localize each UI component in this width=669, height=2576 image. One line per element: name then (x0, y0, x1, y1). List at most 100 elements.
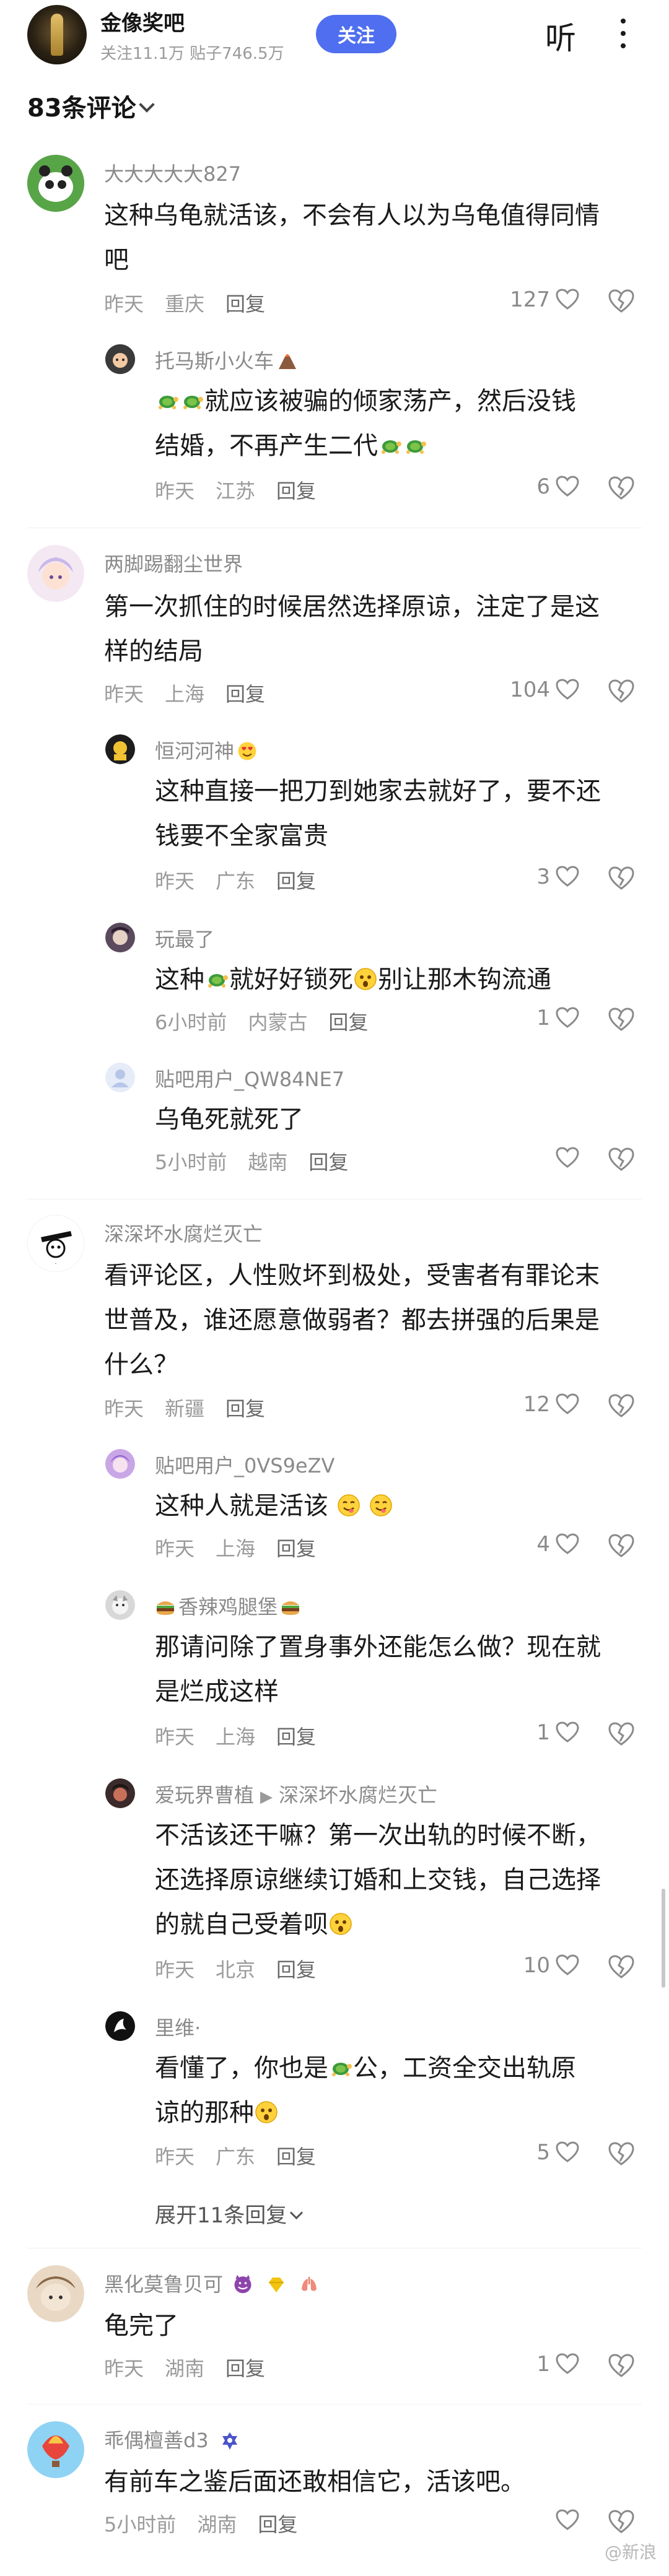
comment-username[interactable]: 深深坏水腐烂灭亡 (104, 1219, 263, 1247)
dislike-icon[interactable] (607, 2352, 636, 2380)
forum-avatar[interactable] (27, 5, 87, 64)
reply-time: 昨天 (155, 1537, 195, 1560)
forum-name[interactable]: 金像奖吧 (100, 6, 185, 37)
reply-meta: 昨天 上海 回复 (155, 1533, 337, 1562)
like-button[interactable]: 6 (536, 474, 580, 499)
comment-username[interactable]: 乖偶檀善d3 (104, 2425, 240, 2453)
like-button[interactable]: 1 (536, 1006, 580, 1030)
follow-button[interactable]: 关注 (316, 15, 396, 53)
like-button[interactable]: 1 (536, 2352, 580, 2377)
dislike-icon[interactable] (607, 1006, 636, 1034)
gem-emoji-icon (266, 2275, 286, 2295)
like-button[interactable]: 127 (510, 287, 580, 312)
reply-line: 结婚，不再产生二代 (155, 432, 378, 460)
like-button[interactable]: 10 (523, 1953, 580, 1978)
comment-line: 看评论区，人性败坏到极处，受害者有罪论末 (104, 1261, 600, 1290)
comment-location: 新疆 (165, 1397, 205, 1421)
like-button[interactable] (550, 2508, 580, 2533)
avatar[interactable] (105, 1590, 135, 1620)
like-button[interactable]: 104 (510, 677, 580, 702)
like-count: 12 (523, 1392, 550, 1417)
reply-button[interactable]: 回复 (276, 869, 316, 893)
reply-username[interactable]: 贴吧用户_QW84NE7 (155, 1064, 344, 1092)
comment-username[interactable]: 两脚踢翻尘世界 (104, 549, 243, 577)
avatar[interactable] (105, 1063, 135, 1092)
listen-button[interactable]: 听 (545, 14, 576, 58)
comment-username[interactable]: 大大大大大827 (104, 159, 241, 187)
reply-button[interactable]: 回复 (258, 2513, 297, 2536)
dislike-icon[interactable] (607, 474, 636, 503)
reply-username[interactable]: 玩最了 (155, 924, 214, 952)
scrollbar[interactable] (662, 1889, 665, 1988)
reply-button[interactable]: 回复 (225, 292, 265, 316)
forum-header: 金像奖吧 关注11.1万 贴子746.5万 关注 听 (0, 0, 669, 68)
dislike-icon[interactable] (607, 2508, 636, 2536)
dislike-icon[interactable] (607, 864, 636, 893)
reply-button[interactable]: 回复 (308, 1151, 348, 1174)
like-button[interactable]: 1 (536, 1720, 580, 1745)
like-button[interactable]: 5 (536, 2140, 580, 2165)
avatar[interactable] (105, 923, 135, 952)
reply-username[interactable]: 托马斯小火车 (155, 346, 299, 374)
svg-text:·: · (55, 1261, 56, 1268)
dislike-icon[interactable] (607, 1953, 636, 1982)
like-button[interactable]: 4 (536, 1532, 580, 1557)
heart-icon (555, 1146, 580, 1170)
reply-text: 乌龟死就死了 (155, 1097, 304, 1142)
dislike-icon[interactable] (607, 1720, 636, 1749)
reply-time: 昨天 (155, 2145, 195, 2169)
dislike-icon[interactable] (607, 677, 636, 706)
more-options-icon[interactable] (617, 19, 629, 56)
dislike-icon[interactable] (607, 2140, 636, 2169)
badge-icon (220, 2431, 240, 2451)
like-button[interactable]: 3 (536, 864, 580, 889)
reply-username[interactable]: 恒河河神 (155, 736, 258, 764)
avatar[interactable] (105, 734, 135, 764)
reply-button[interactable]: 回复 (328, 1011, 368, 1034)
heart-icon (555, 1532, 580, 1557)
like-button[interactable]: 12 (523, 1392, 580, 1417)
dislike-icon[interactable] (607, 1146, 636, 1174)
avatar[interactable] (105, 2011, 135, 2041)
dislike-icon[interactable] (607, 1392, 636, 1421)
shock-face-emoji-icon (328, 1912, 353, 1936)
reply-line: 还选择原谅继续订婚和上交钱，自己选择 (155, 1866, 601, 1894)
avatar[interactable] (27, 545, 84, 602)
expand-replies-button[interactable]: 展开11条回复 (155, 2198, 304, 2229)
turtle-emoji-icon (204, 967, 229, 991)
comment-count-label: 83条评论 (27, 94, 136, 123)
comment-count-sort[interactable]: 83条评论 (27, 88, 155, 124)
reply-username[interactable]: 爱玩界曹植 ▶ 深深坏水腐烂灭亡 (155, 1780, 437, 1808)
like-button[interactable] (550, 1146, 580, 1170)
reply-button[interactable]: 回复 (225, 2357, 265, 2380)
avatar[interactable] (27, 2265, 84, 2322)
avatar[interactable] (105, 344, 135, 374)
reply-button[interactable]: 回复 (225, 682, 265, 706)
avatar[interactable] (105, 1778, 135, 1808)
reply-button[interactable]: 回复 (276, 2145, 316, 2169)
reply-username[interactable]: 贴吧用户_0VS9eZV (155, 1450, 334, 1479)
reply-button[interactable]: 回复 (225, 1397, 265, 1421)
dislike-icon[interactable] (607, 1532, 636, 1560)
reply-button[interactable]: 回复 (276, 1537, 316, 1560)
comment-meta: 昨天 上海 回复 (104, 679, 286, 707)
avatar[interactable] (105, 1449, 135, 1479)
avatar[interactable] (27, 2421, 84, 2478)
reply-button[interactable]: 回复 (276, 1958, 316, 1982)
reply-location: 上海 (216, 1537, 256, 1560)
reply-location: 江苏 (216, 479, 256, 503)
trophy-figure-icon (51, 14, 63, 56)
reply-time: 昨天 (155, 479, 195, 503)
comment-username-text: 乖偶檀善d3 (104, 2429, 209, 2452)
reply-time: 昨天 (155, 869, 195, 893)
comment-username[interactable]: 黑化莫鲁贝可 (104, 2269, 319, 2297)
dislike-icon[interactable] (607, 287, 636, 316)
smile-tongue-emoji-icon (336, 1493, 361, 1518)
reply-target-username[interactable]: 深深坏水腐烂灭亡 (279, 1783, 437, 1807)
reply-button[interactable]: 回复 (276, 1725, 316, 1749)
reply-button[interactable]: 回复 (276, 479, 316, 503)
reply-username[interactable]: 里维· (155, 2012, 201, 2041)
reply-username[interactable]: 香辣鸡腿堡 (155, 1591, 301, 1620)
avatar[interactable]: · (27, 1215, 84, 1272)
avatar[interactable] (27, 155, 84, 212)
